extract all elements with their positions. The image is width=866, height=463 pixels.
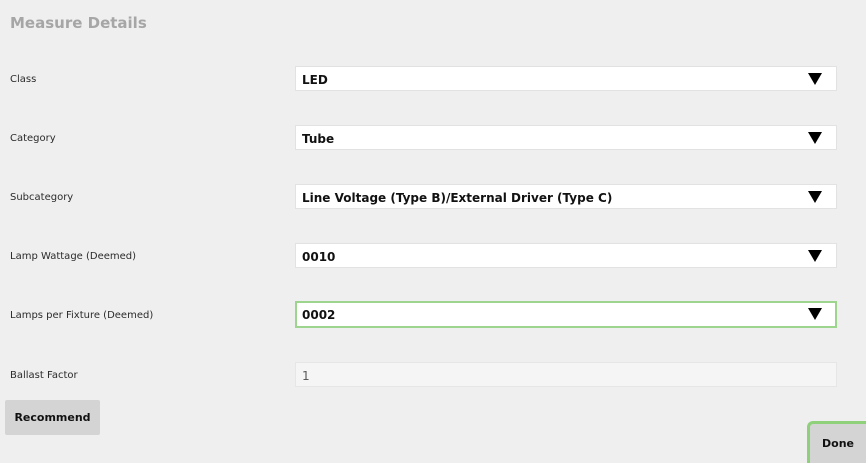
- measure-details-panel: Measure Details Class LED Category Tube …: [0, 0, 866, 463]
- recommend-button[interactable]: Recommend: [5, 400, 100, 435]
- done-button[interactable]: Done: [807, 421, 866, 463]
- triangle-down-icon: [808, 191, 822, 203]
- category-label: Category: [10, 133, 56, 144]
- triangle-down-icon: [808, 132, 822, 144]
- ballast-factor-value: 1: [302, 369, 310, 383]
- ballast-factor-field: 1: [295, 362, 837, 387]
- lamp-wattage-label: Lamp Wattage (Deemed): [10, 251, 137, 262]
- panel-title: Measure Details: [10, 14, 147, 32]
- lamp-wattage-value: 0010: [302, 250, 336, 264]
- category-dropdown[interactable]: Tube: [295, 125, 837, 150]
- triangle-down-icon: [808, 308, 822, 320]
- triangle-down-icon: [808, 73, 822, 85]
- subcategory-value: Line Voltage (Type B)/External Driver (T…: [302, 191, 613, 205]
- ballast-factor-label: Ballast Factor: [10, 370, 78, 381]
- class-value: LED: [302, 73, 328, 87]
- class-dropdown[interactable]: LED: [295, 66, 837, 91]
- category-value: Tube: [302, 132, 335, 146]
- lamps-per-fixture-label: Lamps per Fixture (Deemed): [10, 310, 154, 321]
- subcategory-label: Subcategory: [10, 192, 74, 203]
- lamps-per-fixture-value: 0002: [302, 308, 336, 322]
- subcategory-dropdown[interactable]: Line Voltage (Type B)/External Driver (T…: [295, 184, 837, 209]
- lamps-per-fixture-dropdown[interactable]: 0002: [295, 301, 837, 328]
- lamp-wattage-dropdown[interactable]: 0010: [295, 243, 837, 268]
- triangle-down-icon: [808, 250, 822, 262]
- class-label: Class: [10, 74, 37, 85]
